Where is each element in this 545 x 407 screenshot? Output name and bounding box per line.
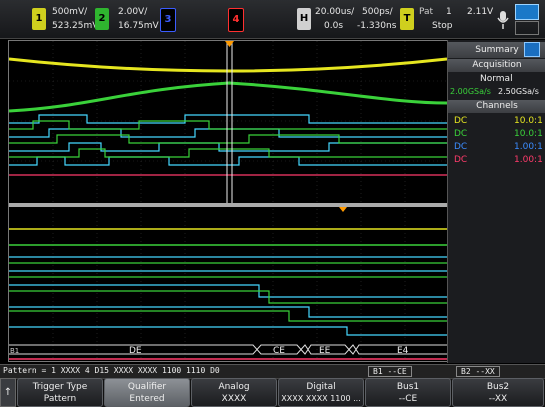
run-state: Stop — [432, 21, 453, 31]
softkey-title: Qualifier — [127, 382, 167, 392]
digital-softkey[interactable]: Digital XXXX XXXX 1100 ... — [278, 378, 364, 407]
ch1-ratio: 10.0:1 — [514, 116, 543, 126]
channel3-badge[interactable]: 3 — [160, 8, 176, 32]
position: -1.330ns — [357, 21, 397, 31]
pattern-readout: Pattern = 1 XXXX 4 D15 XXXX XXXX 1100 11… — [3, 366, 220, 375]
acquisition-header: Acquisition — [448, 59, 545, 72]
sample-rate-2: 2.50GSa/s — [498, 87, 539, 96]
bus-segment-0: DE — [129, 346, 142, 356]
softkey-value: --XX — [488, 394, 508, 404]
delay: 0.0s — [324, 21, 344, 31]
ch1-coupling: DC — [454, 116, 468, 126]
menu-icon[interactable] — [524, 42, 540, 57]
ch2-coupling: DC — [454, 129, 468, 139]
horizontal-badge[interactable]: H — [297, 8, 311, 30]
softkey-title: Digital — [306, 382, 336, 392]
bus2-softkey[interactable]: Bus2 --XX — [452, 378, 544, 407]
analog-softkey[interactable]: Analog XXXX — [191, 378, 277, 407]
sample-ref: 500ps/ — [362, 7, 393, 17]
softkey-title: Analog — [218, 382, 250, 392]
ch4-ratio: 1.00:1 — [514, 155, 543, 165]
trigger-source: 1 — [446, 7, 452, 17]
channel1-badge[interactable]: 1 — [32, 8, 46, 30]
ch4-coupling: DC — [454, 155, 468, 165]
softkey-value: Entered — [129, 394, 165, 404]
timebase: 20.00us/ — [315, 7, 355, 17]
ch3-ratio: 1.00:1 — [514, 142, 543, 152]
softkey-value: --CE — [398, 394, 418, 404]
softkey-value: XXXX — [221, 394, 247, 404]
bus1-readout: B1 --CE — [368, 366, 412, 377]
ch2-ratio: 10.0:1 — [514, 129, 543, 139]
summary-panel: Summary Acquisition Normal 2.00GSa/s 2.5… — [447, 40, 545, 363]
bus-segment-1: CE — [273, 346, 285, 356]
ch2-scale: 2.00V/ — [118, 7, 148, 17]
ch2-waveform — [9, 81, 447, 113]
channel2-badge[interactable]: 2 — [95, 8, 109, 30]
softkey-value: XXXX XXXX 1100 ... — [281, 394, 361, 403]
display-icon[interactable] — [515, 4, 539, 20]
bus-label: B1 — [10, 347, 20, 355]
softkey-title: Trigger Type — [32, 382, 88, 392]
ch3-coupling: DC — [454, 142, 468, 152]
ch1-scale: 500mV/ — [52, 7, 88, 17]
status-bar: 1 500mV/ 523.25mV 2 2.00V/ 16.75mV 3 4 H… — [0, 0, 545, 39]
trigger-badge[interactable]: T — [400, 8, 414, 30]
waveform-display[interactable]: DE CE EE E4 B1 — [8, 40, 448, 362]
ch2-offset: 16.75mV — [118, 21, 159, 31]
bus1-softkey[interactable]: Bus1 --CE — [365, 378, 451, 407]
softkey-bar: Pattern = 1 XXXX 4 D15 XXXX XXXX 1100 11… — [0, 364, 545, 407]
waveform-grid: DE CE EE E4 — [9, 41, 447, 361]
bus2-readout: B2 --XX — [456, 366, 500, 377]
bus-segment-3: E4 — [397, 346, 409, 356]
touch-icon[interactable] — [515, 21, 539, 35]
softkey-value: Pattern — [43, 394, 77, 404]
bus-segment-2: EE — [319, 346, 331, 356]
trigger-level: 2.11V — [467, 7, 494, 17]
ch1-waveform — [9, 57, 447, 73]
back-button[interactable]: ↑ — [0, 378, 16, 407]
channels-header: Channels — [448, 100, 545, 113]
softkey-title: Bus2 — [486, 382, 510, 392]
ch1-offset: 523.25mV — [52, 21, 99, 31]
trigger-mode: Pat — [419, 7, 434, 17]
trigger-type-softkey[interactable]: Trigger Type Pattern — [17, 378, 103, 407]
sample-rate-1: 2.00GSa/s — [450, 87, 491, 96]
softkey-title: Bus1 — [396, 382, 420, 392]
status-line: Pattern = 1 XXXX 4 D15 XXXX XXXX 1100 11… — [0, 364, 545, 379]
acq-mode: Normal — [480, 74, 513, 84]
channel4-badge[interactable]: 4 — [228, 8, 244, 32]
microphone-icon[interactable] — [496, 10, 510, 30]
qualifier-softkey[interactable]: Qualifier Entered — [104, 378, 190, 407]
